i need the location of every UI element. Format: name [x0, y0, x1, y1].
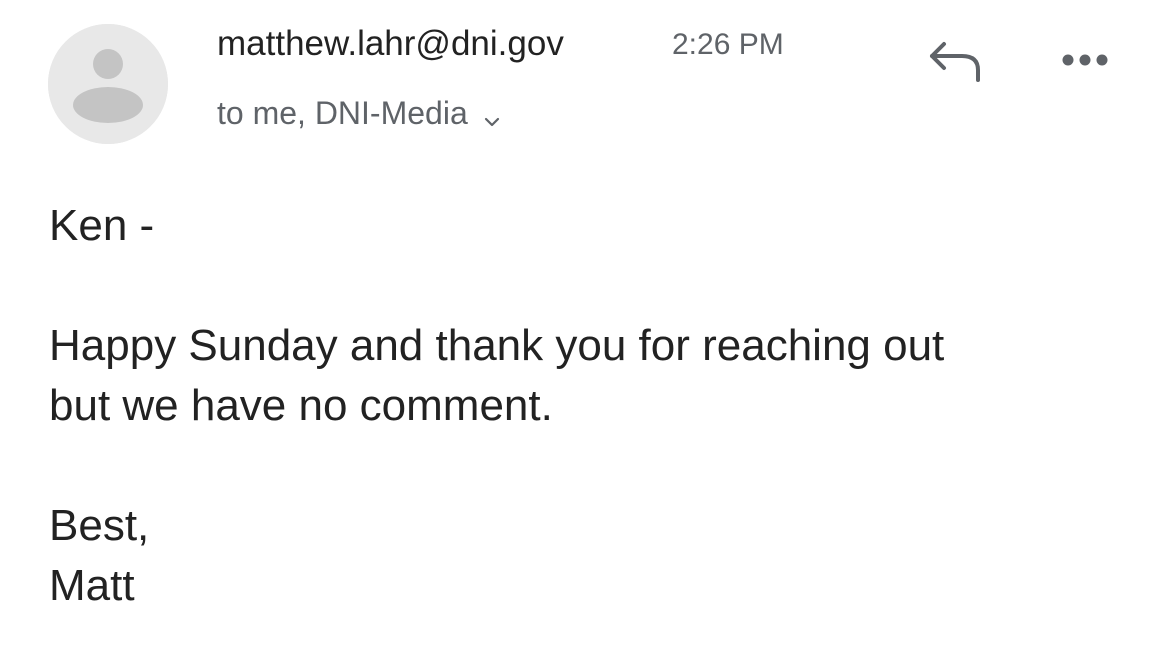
greeting-text: Ken - [49, 201, 155, 250]
reply-button[interactable] [922, 34, 986, 86]
closing-text: Best, [49, 501, 150, 550]
body-line: but we have no comment. [49, 381, 553, 430]
recipients-label: to me, DNI-Media [217, 94, 468, 131]
body-line: Happy Sunday and thank you for reaching … [49, 321, 945, 370]
message-body: Ken - Happy Sunday and thank you for rea… [49, 196, 1129, 616]
more-options-button[interactable] [1050, 38, 1120, 82]
more-horizontal-icon [1062, 54, 1108, 66]
recipients-toggle[interactable]: to me, DNI-Media [217, 92, 502, 134]
sent-time: 2:26 PM [672, 28, 784, 61]
signature-text: Matt [49, 561, 135, 610]
chevron-down-icon [482, 103, 502, 127]
reply-icon [930, 42, 980, 82]
person-icon [48, 24, 168, 144]
sender-address[interactable]: matthew.lahr@dni.gov [217, 22, 564, 66]
sender-avatar[interactable] [48, 24, 168, 144]
